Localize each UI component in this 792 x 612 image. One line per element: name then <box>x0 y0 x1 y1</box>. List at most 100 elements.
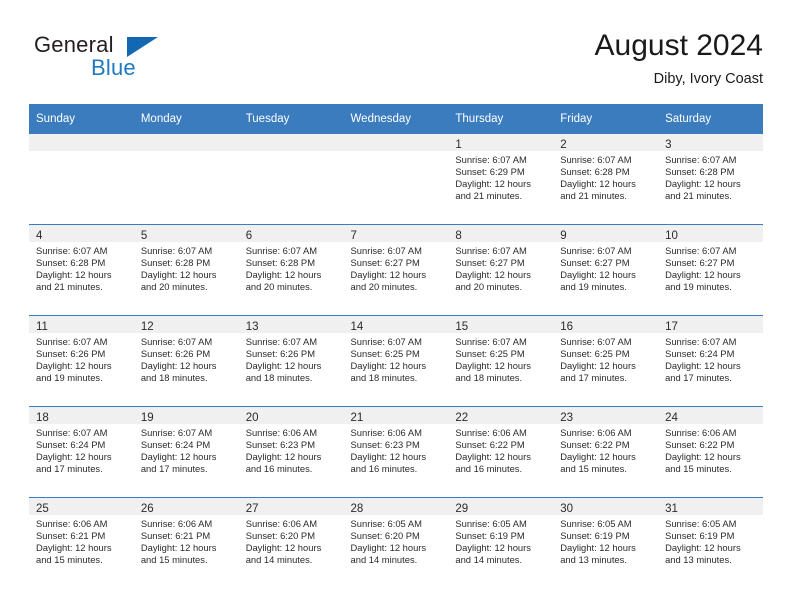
calendar-day-cell[interactable]: 11 Sunrise: 6:07 AM Sunset: 6:26 PM Dayligh… <box>29 315 134 407</box>
daylight-text-line2: and 19 minutes. <box>560 281 627 293</box>
daylight-text-line2: and 14 minutes. <box>350 554 418 566</box>
day-cell-content: 12 Sunrise: 6:07 AM Sunset: 6:26 PM Dayligh… <box>133 316 239 406</box>
sunrise-text: Sunrise: 6:05 AM <box>350 518 422 529</box>
sunset-text: Sunset: 6:20 PM <box>350 530 420 542</box>
calendar-day-cell[interactable]: 8 Sunrise: 6:07 AM Sunset: 6:27 PM Daylight… <box>448 224 554 316</box>
calendar-day-cell[interactable] <box>29 133 134 225</box>
daylight-text-line1: Daylight: 12 hours <box>665 269 741 281</box>
sun-info: Sunrise: 6:06 AM Sunset: 6:22 PM Daylight:… <box>448 424 553 475</box>
daylight-text-line1: Daylight: 12 hours <box>665 542 741 554</box>
calendar-day-cell[interactable]: 24 Sunrise: 6:06 AM Sunset: 6:22 PM Dayligh… <box>658 406 763 498</box>
sun-info: Sunrise: 6:07 AM Sunset: 6:27 PM Daylight:… <box>553 242 658 293</box>
sunset-text: Sunset: 6:19 PM <box>560 530 630 542</box>
day-cell-content: 16 Sunrise: 6:07 AM Sunset: 6:25 PM Dayligh… <box>553 316 659 406</box>
day-number: 15 <box>455 321 469 333</box>
calendar-day-cell[interactable]: 28 Sunrise: 6:05 AM Sunset: 6:20 PM Dayligh… <box>343 497 449 588</box>
calendar-day-cell[interactable]: 18 Sunrise: 6:07 AM Sunset: 6:24 PM Dayligh… <box>29 406 134 498</box>
calendar-day-cell[interactable]: 29 Sunrise: 6:05 AM Sunset: 6:19 PM Dayligh… <box>448 497 554 588</box>
day-number: 26 <box>140 503 154 515</box>
sunset-text: Sunset: 6:24 PM <box>36 439 106 451</box>
sun-info: Sunrise: 6:07 AM Sunset: 6:28 PM Daylight:… <box>29 242 134 293</box>
sunrise-text: Sunrise: 6:06 AM <box>245 427 318 438</box>
sunset-text: Sunset: 6:22 PM <box>665 439 735 451</box>
calendar-day-cell[interactable]: 15 Sunrise: 6:07 AM Sunset: 6:25 PM Dayligh… <box>448 315 554 407</box>
day-number-band: 26 <box>133 498 239 515</box>
daylight-text-line2: and 14 minutes. <box>245 554 313 566</box>
day-number-band: 4 <box>29 225 134 242</box>
day-number-band: 22 <box>448 407 554 424</box>
calendar-day-cell[interactable]: 30 Sunrise: 6:05 AM Sunset: 6:19 PM Dayligh… <box>553 497 659 588</box>
calendar-day-cell[interactable] <box>238 133 344 225</box>
calendar-day-cell[interactable]: 16 Sunrise: 6:07 AM Sunset: 6:25 PM Dayligh… <box>553 315 659 407</box>
daylight-text-line1: Daylight: 12 hours <box>560 451 636 463</box>
calendar-day-cell[interactable]: 4 Sunrise: 6:07 AM Sunset: 6:28 PM Daylight… <box>29 224 134 316</box>
day-cell-content: 8 Sunrise: 6:07 AM Sunset: 6:27 PM Daylight… <box>448 225 554 315</box>
day-number: 30 <box>560 503 574 515</box>
sunset-text: Sunset: 6:27 PM <box>665 257 735 269</box>
daylight-text-line2: and 13 minutes. <box>665 554 732 566</box>
calendar-day-cell[interactable]: 27 Sunrise: 6:06 AM Sunset: 6:20 PM Dayligh… <box>238 497 344 588</box>
weekday-header-wednesday: Wednesday <box>343 104 449 134</box>
sunset-text: Sunset: 6:21 PM <box>36 530 106 542</box>
calendar-day-cell[interactable] <box>343 133 449 225</box>
calendar-day-cell[interactable]: 19 Sunrise: 6:07 AM Sunset: 6:24 PM Dayligh… <box>133 406 239 498</box>
calendar-header-row: Sunday Monday Tuesday Wednesday Thursday… <box>29 104 763 134</box>
calendar-day-cell[interactable]: 21 Sunrise: 6:06 AM Sunset: 6:23 PM Dayligh… <box>343 406 449 498</box>
day-cell-content: 19 Sunrise: 6:07 AM Sunset: 6:24 PM Dayligh… <box>133 407 239 497</box>
calendar-day-cell[interactable]: 14 Sunrise: 6:07 AM Sunset: 6:25 PM Dayligh… <box>343 315 449 407</box>
calendar-day-cell[interactable]: 9 Sunrise: 6:07 AM Sunset: 6:27 PM Daylight… <box>553 224 659 316</box>
day-cell-content: 22 Sunrise: 6:06 AM Sunset: 6:22 PM Dayligh… <box>448 407 554 497</box>
calendar-day-cell[interactable]: 13 Sunrise: 6:07 AM Sunset: 6:26 PM Dayligh… <box>238 315 344 407</box>
logo-word-blue: Blue <box>91 55 136 80</box>
daylight-text-line1: Daylight: 12 hours <box>350 451 427 463</box>
day-number-band: 8 <box>448 225 554 242</box>
calendar-day-cell[interactable]: 10 Sunrise: 6:07 AM Sunset: 6:27 PM Dayligh… <box>658 224 763 316</box>
weekday-header-row: Sunday Monday Tuesday Wednesday Thursday… <box>29 104 763 134</box>
calendar-day-cell[interactable]: 22 Sunrise: 6:06 AM Sunset: 6:22 PM Dayligh… <box>448 406 554 498</box>
daylight-text-line1: Daylight: 12 hours <box>455 269 531 281</box>
day-number: 22 <box>455 412 469 424</box>
day-cell-content: 11 Sunrise: 6:07 AM Sunset: 6:26 PM Dayligh… <box>29 316 134 406</box>
calendar-day-cell[interactable]: 12 Sunrise: 6:07 AM Sunset: 6:26 PM Dayligh… <box>133 315 239 407</box>
calendar-day-cell[interactable]: 17 Sunrise: 6:07 AM Sunset: 6:24 PM Dayligh… <box>658 315 763 407</box>
sunset-text: Sunset: 6:20 PM <box>245 530 315 542</box>
calendar-body: 1 Sunrise: 6:07 AM Sunset: 6:29 PM Daylight… <box>29 133 763 588</box>
sunset-text: Sunset: 6:28 PM <box>560 166 630 178</box>
calendar-day-cell[interactable]: 3 Sunrise: 6:07 AM Sunset: 6:28 PM Daylight… <box>658 133 763 225</box>
calendar-day-cell[interactable]: 2 Sunrise: 6:07 AM Sunset: 6:28 PM Daylight… <box>553 133 659 225</box>
general-blue-logo[interactable]: General Blue <box>34 32 164 84</box>
day-number: 2 <box>560 139 567 151</box>
sunset-text: Sunset: 6:27 PM <box>455 257 525 269</box>
day-number: 5 <box>140 230 148 242</box>
day-number: 11 <box>36 321 48 333</box>
day-number-band: 18 <box>29 407 134 424</box>
day-number: 25 <box>36 503 49 515</box>
daylight-text-line2: and 15 minutes. <box>560 463 627 475</box>
calendar-day-cell[interactable]: 23 Sunrise: 6:06 AM Sunset: 6:22 PM Dayligh… <box>553 406 659 498</box>
sunrise-text: Sunrise: 6:06 AM <box>36 518 108 529</box>
day-cell-content: 1 Sunrise: 6:07 AM Sunset: 6:29 PM Daylight… <box>448 134 554 224</box>
daylight-text-line2: and 13 minutes. <box>560 554 627 566</box>
sun-info: Sunrise: 6:06 AM Sunset: 6:23 PM Daylight:… <box>239 424 344 475</box>
calendar-day-cell[interactable]: 1 Sunrise: 6:07 AM Sunset: 6:29 PM Daylight… <box>448 133 554 225</box>
sun-info: Sunrise: 6:06 AM Sunset: 6:20 PM Daylight:… <box>239 515 344 566</box>
sunrise-text: Sunrise: 6:06 AM <box>140 518 213 529</box>
calendar-day-cell[interactable]: 6 Sunrise: 6:07 AM Sunset: 6:28 PM Daylight… <box>238 224 344 316</box>
sunrise-text: Sunrise: 6:07 AM <box>36 245 108 256</box>
calendar-day-cell[interactable]: 26 Sunrise: 6:06 AM Sunset: 6:21 PM Dayligh… <box>133 497 239 588</box>
daylight-text-line2: and 21 minutes. <box>560 190 627 202</box>
day-cell-content: 28 Sunrise: 6:05 AM Sunset: 6:20 PM Dayligh… <box>343 498 449 588</box>
calendar-day-cell[interactable]: 5 Sunrise: 6:07 AM Sunset: 6:28 PM Daylight… <box>133 224 239 316</box>
calendar-day-cell[interactable]: 31 Sunrise: 6:05 AM Sunset: 6:19 PM Dayligh… <box>658 497 763 588</box>
sun-info: Sunrise: 6:05 AM Sunset: 6:19 PM Daylight:… <box>658 515 763 566</box>
calendar-day-cell[interactable]: 7 Sunrise: 6:07 AM Sunset: 6:27 PM Daylight… <box>343 224 449 316</box>
day-number-band: 17 <box>658 316 763 333</box>
sunset-text: Sunset: 6:28 PM <box>665 166 735 178</box>
calendar-day-cell[interactable]: 20 Sunrise: 6:06 AM Sunset: 6:23 PM Dayligh… <box>238 406 344 498</box>
daylight-text-line1: Daylight: 12 hours <box>560 542 636 554</box>
daylight-text-line2: and 15 minutes. <box>140 554 208 566</box>
calendar-day-cell[interactable] <box>133 133 239 225</box>
day-number: 14 <box>350 321 364 333</box>
calendar-day-cell[interactable]: 25 Sunrise: 6:06 AM Sunset: 6:21 PM Dayligh… <box>29 497 134 588</box>
sun-info: Sunrise: 6:06 AM Sunset: 6:21 PM Daylight:… <box>29 515 134 566</box>
